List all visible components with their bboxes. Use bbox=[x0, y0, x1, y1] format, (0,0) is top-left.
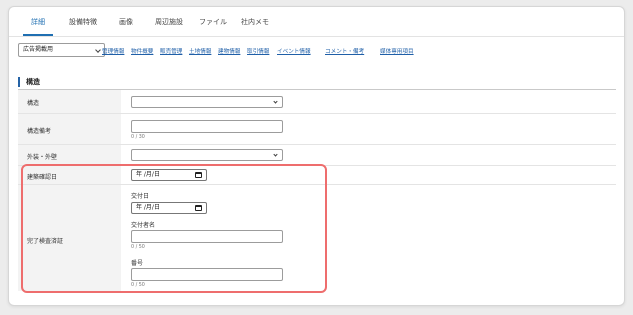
certificate-number-input[interactable] bbox=[131, 268, 283, 281]
tab-facility-features[interactable]: 設備特徴 bbox=[69, 17, 97, 27]
row-label-cell: 外装・外壁 bbox=[18, 145, 121, 165]
calendar-icon[interactable] bbox=[195, 172, 202, 178]
calendar-icon[interactable] bbox=[195, 205, 202, 211]
chevron-down-icon bbox=[273, 152, 278, 157]
jump-link-property-overview[interactable]: 物件概要 bbox=[131, 47, 153, 55]
confirmation-date-label: 建築確認日 bbox=[27, 174, 58, 181]
confirmation-date-placeholder: 年 /月/日 bbox=[136, 171, 160, 178]
delivery-date-input[interactable]: 年 /月/日 bbox=[131, 202, 207, 214]
certificate-number-label: 番号 bbox=[131, 260, 144, 267]
issuer-name-input[interactable] bbox=[131, 230, 283, 243]
row-structure: 構造 bbox=[18, 90, 616, 114]
issuer-name-label: 交付者名 bbox=[131, 222, 156, 229]
row-label-cell: 完了検査済証 bbox=[18, 185, 121, 291]
delivery-date-label: 交付日 bbox=[131, 193, 150, 200]
jump-link-management[interactable]: 管理情報 bbox=[102, 47, 124, 55]
ad-purpose-select[interactable]: 広告掲載用 bbox=[18, 43, 105, 57]
jump-link-event-info[interactable]: イベント情報 bbox=[277, 47, 311, 55]
row-exterior: 外装・外壁 bbox=[18, 145, 616, 166]
active-tab-indicator bbox=[23, 34, 53, 36]
certificate-number-counter: 0 / 50 bbox=[131, 283, 145, 288]
tab-bar: 詳細 設備特徴 画像 周辺施設 ファイル 社内メモ bbox=[9, 7, 624, 37]
row-completion-inspection: 完了検査済証 交付日 年 /月/日 交付者名 0 / 50 番号 0 / 50 bbox=[18, 185, 616, 291]
row-label-cell: 建築確認日 bbox=[18, 166, 121, 184]
exterior-label: 外装・外壁 bbox=[27, 154, 58, 161]
tab-internal-memo[interactable]: 社内メモ bbox=[241, 17, 269, 27]
jump-link-building-info[interactable]: 建物情報 bbox=[218, 47, 240, 55]
jump-link-media-items[interactable]: 媒体専用項目 bbox=[380, 47, 414, 55]
tab-images[interactable]: 画像 bbox=[119, 17, 133, 27]
confirmation-date-input[interactable]: 年 /月/日 bbox=[131, 169, 207, 181]
row-structure-note: 構造備考 0 / 30 bbox=[18, 114, 616, 145]
tab-nearby-facilities[interactable]: 周辺施設 bbox=[155, 17, 183, 27]
completion-inspection-label: 完了検査済証 bbox=[27, 238, 64, 245]
tab-files[interactable]: ファイル bbox=[199, 17, 227, 27]
tab-details[interactable]: 詳細 bbox=[31, 17, 45, 27]
jump-link-sales-management[interactable]: 販売管理 bbox=[160, 47, 182, 55]
jump-link-transaction-info[interactable]: 取引情報 bbox=[247, 47, 269, 55]
row-confirmation-date: 建築確認日 年 /月/日 bbox=[18, 166, 616, 185]
chevron-down-icon bbox=[273, 99, 278, 104]
issuer-name-counter: 0 / 50 bbox=[131, 245, 145, 250]
structure-label: 構造 bbox=[27, 100, 40, 107]
jump-link-land-info[interactable]: 土地情報 bbox=[189, 47, 211, 55]
delivery-date-placeholder: 年 /月/日 bbox=[136, 204, 160, 211]
structure-note-label: 構造備考 bbox=[27, 128, 52, 135]
structure-select[interactable] bbox=[131, 96, 283, 108]
exterior-select[interactable] bbox=[131, 149, 283, 161]
section-title: 構造 bbox=[18, 77, 40, 87]
jump-link-comments[interactable]: コメント・備考 bbox=[325, 47, 364, 55]
ad-purpose-select-value: 広告掲載用 bbox=[23, 46, 54, 53]
structure-note-input[interactable] bbox=[131, 120, 283, 133]
chevron-down-icon bbox=[95, 47, 101, 53]
row-label-cell: 構造 bbox=[18, 90, 121, 113]
structure-note-counter: 0 / 30 bbox=[131, 135, 145, 140]
detail-card: 詳細 設備特徴 画像 周辺施設 ファイル 社内メモ 広告掲載用 管理情報 物件概… bbox=[8, 6, 625, 306]
row-label-cell: 構造備考 bbox=[18, 114, 121, 144]
